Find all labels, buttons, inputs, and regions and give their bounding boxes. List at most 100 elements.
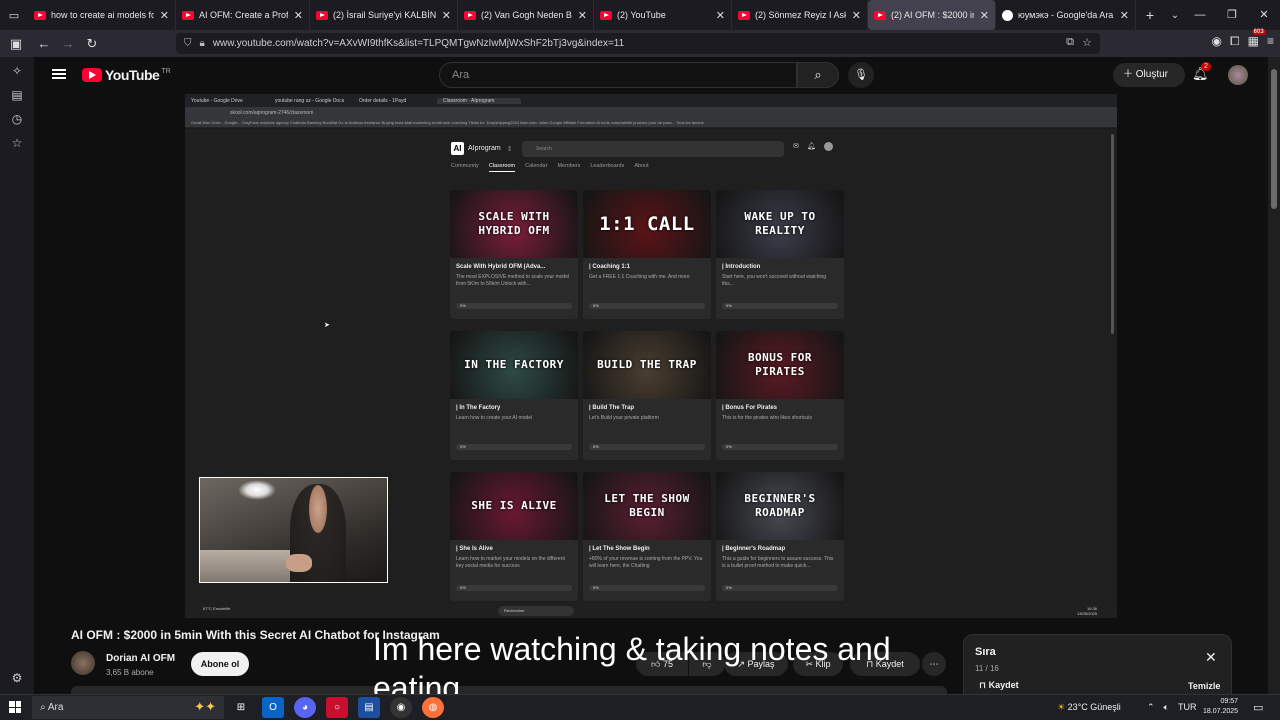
new-tab-button[interactable]: + (1136, 7, 1164, 23)
course-progress-label: 0% (593, 303, 599, 308)
account-avatar[interactable] (1228, 65, 1248, 85)
browser-tab[interactable]: (2) AI OFM : $2000 in 5 ✕ (868, 0, 996, 30)
firefox-icon[interactable]: ◍ (422, 697, 444, 718)
hamburger-menu-icon[interactable] (52, 69, 66, 79)
browser-tab[interactable]: how to create ai models fo ✕ (28, 0, 176, 30)
close-tab-icon[interactable]: ✕ (442, 9, 451, 22)
notifications-button[interactable]: 🔔︎ 2 (1192, 62, 1211, 82)
queue-bookmark-icon: ⊓ (979, 680, 989, 690)
recorded-tab: Order details - 1Payd (359, 97, 407, 104)
discord-icon[interactable]: ◕ (294, 697, 316, 718)
synced-tabs-icon[interactable]: ▤ (0, 83, 34, 107)
subscriber-count: 3,65 B abone (106, 668, 154, 677)
create-label: Oluştur (1135, 69, 1169, 80)
outlook-icon[interactable]: O (262, 697, 284, 718)
language-indicator[interactable]: TUR (1178, 702, 1197, 713)
close-tab-icon[interactable]: ✕ (716, 9, 725, 22)
tab-list-icon[interactable]: ▭ (0, 9, 28, 22)
taskbar-search-input[interactable]: ⌕ Ara ✦✦ (32, 696, 224, 719)
close-tab-icon[interactable]: ✕ (980, 9, 989, 22)
recorded-avatar (823, 142, 833, 151)
tab-title: (2) YouTube (617, 10, 666, 20)
recorded-tab: Youtube - Google Drive (191, 97, 243, 104)
recorded-nav-tab: Community (451, 163, 479, 169)
lock-icon[interactable]: 🔒︎ (200, 38, 205, 49)
ai-chatbot-icon[interactable]: ✧ (0, 59, 34, 83)
close-queue-icon[interactable]: ✕ (1205, 649, 1217, 666)
menu-icon[interactable]: ≡ (1267, 34, 1274, 49)
course-banner: BUILD THE TRAP (583, 331, 711, 399)
task-view-icon[interactable]: ⊞ (230, 697, 252, 718)
course-progress-bar: 0% (456, 444, 572, 450)
notification-center-icon[interactable]: ▭ (1253, 701, 1263, 714)
course-grid: SCALE WITH HYBRID OFM Scale With Hybrid O… (450, 190, 845, 601)
webcam-overlay (199, 477, 388, 583)
close-tab-icon[interactable]: ✕ (578, 9, 587, 22)
browser-tab[interactable]: (2) YouTube ✕ (594, 0, 732, 30)
course-banner: LET THE SHOW BEGIN (583, 472, 711, 540)
presenter-hand (286, 554, 312, 572)
course-card: WAKE UP TO REALITY | Introduction Start he… (716, 190, 844, 319)
extension-badge-icon[interactable]: ▦ 603 (1248, 29, 1266, 49)
sidebar-settings-icon[interactable]: ⚙ (0, 666, 34, 690)
opera-icon[interactable]: ○ (326, 697, 348, 718)
create-button[interactable]: ＋ Oluştur (1113, 63, 1185, 87)
address-bar[interactable]: ⛉ 🔒︎ www.youtube.com/watch?v=AXvWI9thfKs… (176, 33, 1100, 54)
account-icon[interactable]: ◉ (1212, 34, 1222, 49)
picture-in-picture-icon[interactable]: ⧉ (1066, 36, 1074, 49)
background-bed (200, 550, 295, 582)
queue-title: Sıra (975, 646, 996, 658)
close-tab-icon[interactable]: ✕ (1120, 9, 1129, 22)
file-manager-icon[interactable]: ▤ (358, 697, 380, 718)
more-actions-button[interactable]: ⋯ (922, 652, 946, 676)
bookmark-star-icon[interactable]: ☆ (1082, 36, 1092, 49)
minimize-button[interactable]: — (1184, 0, 1216, 30)
clock-time: 09:57 (1220, 698, 1239, 705)
queue-clear-button[interactable]: Temizle (1188, 681, 1220, 691)
channel-name[interactable]: Dorian AI OFM (106, 653, 175, 664)
subscribe-button[interactable]: Abone ol (191, 652, 249, 676)
tray-chevron-icon[interactable]: ⌃ (1147, 702, 1155, 713)
course-card: BONUS FOR PIRATES | Bonus For Pirates This… (716, 331, 844, 460)
reload-button[interactable]: ↻ (80, 36, 104, 52)
browser-tab-bar: ▭ how to create ai models fo ✕ AI OFM: Cre… (0, 0, 1280, 30)
taskbar-apps: ⊞ O ◕ ○ ▤ ◉ ◍ (230, 697, 444, 718)
search-input[interactable]: Ara (439, 62, 797, 88)
extensions-icon[interactable]: ⧠ (1230, 34, 1240, 49)
browser-tab[interactable]: (2) Sönmez Reyiz I Askerlik ✕ (732, 0, 868, 30)
scrollbar-thumb[interactable] (1271, 69, 1277, 209)
recorded-header-icons: ✉ 🔔︎ (793, 142, 833, 151)
recorded-search-placeholder: Search (536, 146, 552, 152)
page-scrollbar[interactable] (1268, 57, 1280, 694)
voice-search-button[interactable]: 🎙︎ (848, 62, 874, 88)
volume-icon[interactable]: 🔈︎ (1164, 702, 1169, 713)
close-tab-icon[interactable]: ✕ (852, 9, 861, 22)
forward-button[interactable]: → (56, 36, 80, 51)
back-button[interactable]: ← (32, 36, 56, 51)
weather-widget[interactable]: ☀ 23°C Güneşli (1057, 702, 1121, 713)
browser-tab[interactable]: (2) Van Gogh Neden Bu Ka ✕ (458, 0, 594, 30)
course-progress-bar: 0% (589, 303, 705, 309)
close-tab-icon[interactable]: ✕ (294, 9, 303, 22)
browser-tab[interactable]: юумэкэ - Google'da Ara ✕ (996, 0, 1136, 30)
bookmarks-icon[interactable]: ☆ (0, 131, 34, 155)
browser-tab[interactable]: AI OFM: Create a Profitable ✕ (176, 0, 310, 30)
browser-tab[interactable]: (2) İsrail Suriye'yi KALBİNDE ✕ (310, 0, 458, 30)
search-button[interactable]: ⌕ (797, 62, 839, 88)
queue-save-button[interactable]: ⊓ Kaydet (979, 680, 1019, 691)
restore-button[interactable]: ❐ (1216, 0, 1248, 30)
close-tab-icon[interactable]: ✕ (160, 9, 169, 22)
country-code: TR (161, 67, 171, 75)
url-text: www.youtube.com/watch?v=AXvWI9thfKs&list… (212, 38, 625, 49)
channel-avatar[interactable] (71, 651, 95, 675)
history-icon[interactable]: ◷ (0, 107, 34, 131)
close-window-button[interactable]: ✕ (1248, 0, 1280, 30)
tab-overflow-chevron-icon[interactable]: ⌄ (1164, 10, 1186, 21)
course-progress-label: 0% (726, 303, 732, 308)
sidebar-toggle-icon[interactable]: ▣ (4, 36, 28, 52)
windows-start-icon[interactable] (9, 701, 21, 713)
obs-icon[interactable]: ◉ (390, 697, 412, 718)
system-clock[interactable]: 09:57 18.07.2025 (1203, 697, 1238, 717)
youtube-logo[interactable]: YouTube TR (82, 67, 171, 83)
shield-icon[interactable]: ⛉ (184, 38, 192, 49)
